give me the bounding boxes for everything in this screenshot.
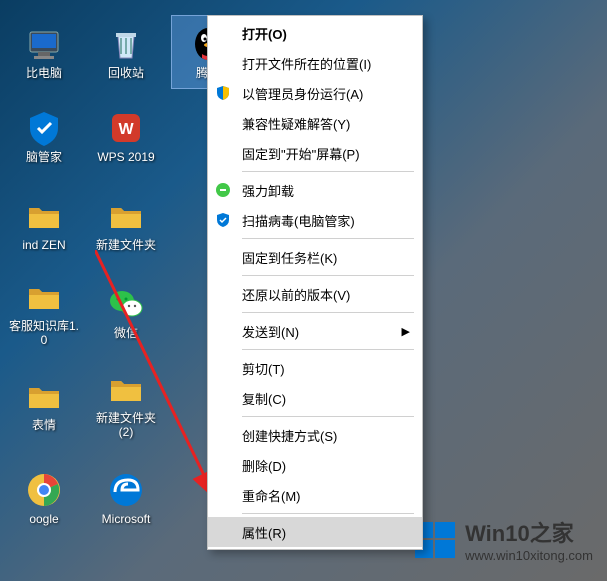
menu-item[interactable]: 复制(C) — [208, 383, 422, 413]
menu-separator — [242, 275, 414, 276]
menu-item[interactable]: 固定到"开始"屏幕(P) — [208, 138, 422, 168]
folder-icon — [106, 369, 146, 409]
desktop-icon-qqmanager[interactable]: 脑管家 — [8, 100, 80, 172]
chrome-icon — [24, 470, 64, 510]
icon-label: 微信 — [114, 326, 138, 340]
qqmanager-icon — [24, 108, 64, 148]
menu-item-label: 还原以前的版本(V) — [242, 285, 350, 304]
desktop-icon-pc[interactable]: 比电脑 — [8, 16, 80, 88]
menu-item-label: 剪切(T) — [242, 359, 285, 378]
icon-label: Microsoft — [102, 512, 151, 526]
menu-item-label: 固定到"开始"屏幕(P) — [242, 144, 360, 163]
menu-item-label: 以管理员身份运行(A) — [242, 84, 363, 103]
desktop-icon-folder[interactable]: 新建文件夹 — [90, 188, 162, 260]
menu-item[interactable]: 还原以前的版本(V) — [208, 279, 422, 309]
menu-item-label: 发送到(N) — [242, 322, 299, 341]
desktop-icon-wechat[interactable]: 微信 — [90, 276, 162, 348]
icon-label: 客服知识库1.0 — [8, 319, 80, 348]
menu-item[interactable]: 删除(D) — [208, 450, 422, 480]
menu-separator — [242, 349, 414, 350]
desktop-icon-folder[interactable]: ind ZEN — [8, 188, 80, 260]
context-menu: 打开(O) 打开文件所在的位置(I) 以管理员身份运行(A) 兼容性疑难解答(Y) 固定… — [207, 15, 423, 550]
menu-item-label: 打开文件所在的位置(I) — [242, 54, 371, 73]
menu-item-label: 强力卸载 — [242, 181, 294, 200]
menu-item-label: 重命名(M) — [242, 486, 301, 505]
menu-item-label: 属性(R) — [242, 523, 286, 542]
recycle-icon — [106, 24, 146, 64]
menu-separator — [242, 513, 414, 514]
svg-text:W: W — [118, 121, 134, 138]
menu-item[interactable]: 以管理员身份运行(A) — [208, 78, 422, 108]
menu-item[interactable]: 固定到任务栏(K) — [208, 242, 422, 272]
watermark: Win10之家 www.win10xitong.com — [413, 516, 593, 563]
icon-label: 表情 — [32, 418, 56, 432]
icon-label: 回收站 — [108, 66, 144, 80]
icon-label: 脑管家 — [26, 150, 62, 164]
watermark-url: www.win10xitong.com — [465, 548, 593, 563]
menu-item[interactable]: 发送到(N) ▶ — [208, 316, 422, 346]
desktop-icon-folder[interactable]: 客服知识库1.0 — [8, 276, 80, 348]
icon-label: 新建文件夹(2) — [90, 411, 162, 440]
folder-icon — [24, 376, 64, 416]
menu-separator — [242, 238, 414, 239]
desktop-icon-folder[interactable]: 新建文件夹(2) — [90, 368, 162, 440]
menu-item[interactable]: 扫描病毒(电脑管家) — [208, 205, 422, 235]
folder-icon — [24, 277, 64, 317]
folder-icon — [24, 196, 64, 236]
menu-item-label: 删除(D) — [242, 456, 286, 475]
pc-icon — [24, 24, 64, 64]
edge-icon — [106, 470, 146, 510]
desktop-icon-recycle[interactable]: 回收站 — [90, 16, 162, 88]
menu-separator — [242, 416, 414, 417]
uninstall-icon — [214, 181, 232, 199]
desktop[interactable]: 比电脑回收站腾讯脑管家WWPS 2019ind ZEN新建文件夹客服知识库1.0… — [0, 0, 607, 581]
icon-label: 比电脑 — [26, 66, 62, 80]
icon-label: 新建文件夹 — [96, 238, 156, 252]
menu-item-label: 兼容性疑难解答(Y) — [242, 114, 350, 133]
watermark-title: Win10之家 — [465, 516, 593, 548]
menu-item[interactable]: 打开(O) — [208, 18, 422, 48]
menu-item[interactable]: 强力卸载 — [208, 175, 422, 205]
menu-item-label: 创建快捷方式(S) — [242, 426, 337, 445]
menu-item-label: 固定到任务栏(K) — [242, 248, 337, 267]
icon-label: ind ZEN — [22, 238, 65, 252]
desktop-icon-edge[interactable]: Microsoft — [90, 462, 162, 534]
qqmanager-icon — [214, 211, 232, 229]
menu-item-label: 复制(C) — [242, 389, 286, 408]
menu-item[interactable]: 属性(R) — [208, 517, 422, 547]
desktop-icon-wps[interactable]: W WPS 2019 — [90, 100, 162, 172]
menu-item[interactable]: 剪切(T) — [208, 353, 422, 383]
icon-label: WPS 2019 — [97, 150, 154, 164]
shield-icon — [214, 84, 232, 102]
menu-separator — [242, 171, 414, 172]
desktop-icon-folder[interactable]: 表情 — [8, 368, 80, 440]
wps-icon: W — [106, 108, 146, 148]
menu-item-label: 扫描病毒(电脑管家) — [242, 211, 355, 230]
menu-item[interactable]: 重命名(M) — [208, 480, 422, 510]
desktop-icon-chrome[interactable]: oogle — [8, 462, 80, 534]
wechat-icon — [106, 284, 146, 324]
chevron-right-icon: ▶ — [402, 325, 410, 338]
folder-icon — [106, 196, 146, 236]
menu-item[interactable]: 兼容性疑难解答(Y) — [208, 108, 422, 138]
menu-separator — [242, 312, 414, 313]
icon-label: oogle — [29, 512, 58, 526]
menu-item[interactable]: 创建快捷方式(S) — [208, 420, 422, 450]
menu-item[interactable]: 打开文件所在的位置(I) — [208, 48, 422, 78]
menu-item-label: 打开(O) — [242, 24, 287, 43]
